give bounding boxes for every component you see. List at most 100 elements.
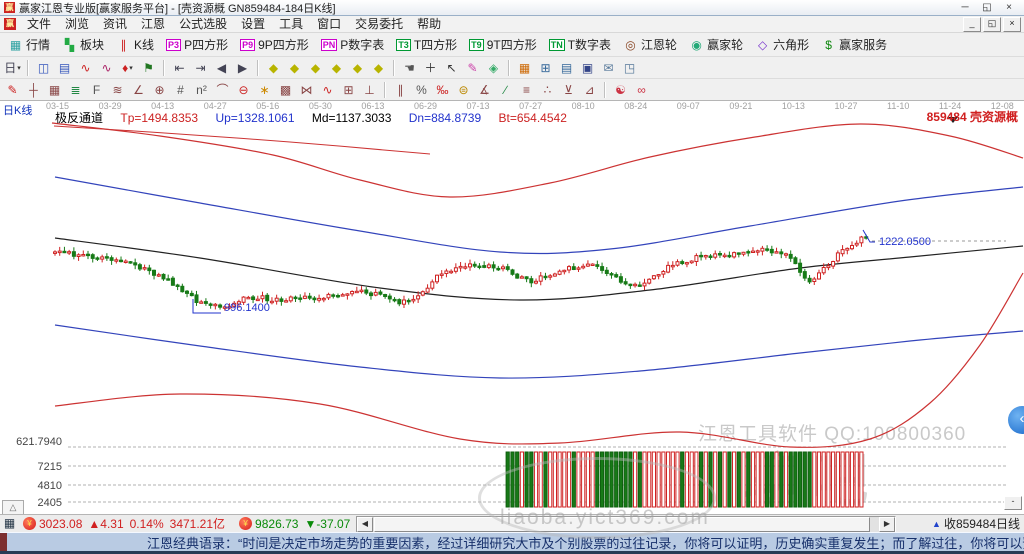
infinity-tool-icon[interactable]: ∞ <box>632 81 651 99</box>
hexagon-button[interactable]: ◇ 六角形 <box>750 34 814 55</box>
calendar-icon[interactable]: ▦ <box>515 59 534 77</box>
pointer-tool-icon[interactable]: ↖ <box>442 59 461 77</box>
period-day-button[interactable]: 日 ▾ <box>3 59 22 77</box>
cycle-tool-icon[interactable]: ⊖ <box>234 81 253 99</box>
gann-fan-tool-icon[interactable]: ∡ <box>475 81 494 99</box>
mail-icon[interactable]: ✉ <box>599 59 618 77</box>
gann-grid-tool-icon[interactable]: ▦ <box>45 81 64 99</box>
gann-line-tool-icon[interactable]: ┼ <box>24 81 43 99</box>
diamond-tool-6-icon[interactable]: ◆ <box>369 59 388 77</box>
winner-service-button[interactable]: $ 赢家服务 <box>816 34 892 55</box>
quote-grid-icon[interactable]: ▦ <box>2 517 17 530</box>
sectors-button[interactable]: ▚ 板块 <box>57 34 109 55</box>
square-n2-tool-icon[interactable]: n² <box>192 81 211 99</box>
t-number-table-button[interactable]: TN T数字表 <box>544 34 616 55</box>
collapse-pane-button[interactable]: - <box>1004 496 1022 510</box>
expand-pane-button[interactable]: △ <box>2 500 24 515</box>
prev-bar-icon[interactable]: ◀ <box>212 59 231 77</box>
scroll-left-icon[interactable]: ◀ <box>357 517 373 532</box>
speed-line-tool-icon[interactable]: ∕ <box>496 81 515 99</box>
mdi-close-button[interactable]: × <box>1003 16 1021 32</box>
trend-small-icon[interactable]: ∿ <box>76 59 95 77</box>
permille-tool-icon[interactable]: ‰ <box>433 81 452 99</box>
fibonacci-tool-icon[interactable]: ≣ <box>66 81 85 99</box>
t9-square-button-label: 9T四方形 <box>486 38 537 52</box>
sz-index-icon[interactable]: ¥ <box>239 517 253 530</box>
menu-item[interactable]: 交易委托 <box>348 17 410 32</box>
report-icon[interactable]: ▤ <box>557 59 576 77</box>
menu-item[interactable]: 公式选股 <box>172 17 234 32</box>
price-line-tool-icon[interactable]: ≡ <box>517 81 536 99</box>
menu-item[interactable]: 文件 <box>20 17 58 32</box>
crosshair-tool-icon[interactable]: ＋ <box>421 59 440 77</box>
calculator-icon[interactable]: ⊞ <box>536 59 555 77</box>
mdi-restore-button[interactable]: ◱ <box>983 16 1001 32</box>
menu-item[interactable]: 资讯 <box>96 17 134 32</box>
kline-button[interactable]: ∥ K线 <box>111 34 159 55</box>
mirror-tool-icon[interactable]: ⊻ <box>559 81 578 99</box>
last-bar-icon[interactable]: ⇥ <box>191 59 210 77</box>
wave2-tool-icon[interactable]: ∿ <box>318 81 337 99</box>
first-bar-icon[interactable]: ⇤ <box>170 59 189 77</box>
period-day-button-dropdown-icon[interactable]: ▾ <box>17 64 21 72</box>
grid2-tool-icon[interactable]: ⊞ <box>339 81 358 99</box>
t-square-button[interactable]: T3 T四方形 <box>391 34 462 55</box>
winner-wheel-button[interactable]: ◉ 赢家轮 <box>684 34 748 55</box>
circle-tool-icon[interactable]: ⊕ <box>150 81 169 99</box>
menu-item[interactable]: 工具 <box>272 17 310 32</box>
p-square-button[interactable]: P3 P四方形 <box>161 34 233 55</box>
diamond-tool-3-icon[interactable]: ◆ <box>306 59 325 77</box>
wave-tool-icon[interactable]: ≋ <box>108 81 127 99</box>
channel-tool-icon[interactable]: ∥ <box>391 81 410 99</box>
next-bar-icon[interactable]: ▶ <box>233 59 252 77</box>
diamond-tool-2-icon[interactable]: ◆ <box>285 59 304 77</box>
block-tool-icon[interactable]: ◈ <box>484 59 503 77</box>
t9-square-button[interactable]: T9 9T四方形 <box>464 34 542 55</box>
kline-style-icon-dropdown-icon[interactable]: ▾ <box>129 64 133 72</box>
p9-square-button[interactable]: P9 9P四方形 <box>235 34 314 55</box>
f-square-tool-icon[interactable]: F <box>87 81 106 99</box>
menu-item[interactable]: 帮助 <box>410 17 448 32</box>
diamond-tool-4-icon[interactable]: ◆ <box>327 59 346 77</box>
horizontal-scrollbar[interactable]: ◀ ▶ <box>356 516 896 533</box>
export-icon[interactable]: ◳ <box>620 59 639 77</box>
pen-tool-icon[interactable]: ✎ <box>3 81 22 99</box>
star-tool-icon[interactable]: ∗ <box>255 81 274 99</box>
golden-ratio-tool-icon[interactable]: ⊜ <box>454 81 473 99</box>
hand-tool-icon[interactable]: ☚ <box>400 59 419 77</box>
menu-item[interactable]: 浏览 <box>58 17 96 32</box>
restore-button[interactable]: ◱ <box>976 2 998 13</box>
time-line-tool-icon[interactable]: ∴ <box>538 81 557 99</box>
cross-tool-icon[interactable]: ⋈ <box>297 81 316 99</box>
kline-style-icon[interactable]: ♦ ▾ <box>118 59 137 77</box>
save-icon[interactable]: ▣ <box>578 59 597 77</box>
regression-tool-icon[interactable]: ⊿ <box>580 81 599 99</box>
diamond-tool-5-icon[interactable]: ◆ <box>348 59 367 77</box>
minimize-button[interactable]: ─ <box>954 2 976 13</box>
trend-small2-icon[interactable]: ∿ <box>97 59 116 77</box>
box-tool-icon[interactable]: ▩ <box>276 81 295 99</box>
menu-item[interactable]: 设置 <box>234 17 272 32</box>
perpendicular-tool-icon[interactable]: ⊥ <box>360 81 379 99</box>
scroll-right-icon[interactable]: ▶ <box>879 517 895 532</box>
chart-layout-icon[interactable]: ◫ <box>34 59 53 77</box>
info-panel-icon[interactable]: ▤ <box>55 59 74 77</box>
sh-index-icon[interactable]: ¥ <box>23 517 36 530</box>
p-number-table-button[interactable]: PN P数字表 <box>316 34 390 55</box>
quotes-button[interactable]: ▦ 行情 <box>3 34 55 55</box>
gann-wheel-button[interactable]: ◎ 江恩轮 <box>618 34 682 55</box>
scrollbar-thumb[interactable] <box>374 517 870 532</box>
kline-chart-canvas[interactable]: 996.1400 1222.0500 621.7940 7215 4810 2405 <box>0 101 1024 514</box>
angle-tool-icon[interactable]: ∠ <box>129 81 148 99</box>
arc-tool-icon[interactable]: ⌒ <box>213 81 232 99</box>
hatch-tool-icon[interactable]: # <box>171 81 190 99</box>
diamond-tool-1-icon[interactable]: ◆ <box>264 59 283 77</box>
mdi-minimize-button[interactable]: _ <box>963 16 981 32</box>
menu-item[interactable]: 江恩 <box>134 17 172 32</box>
close-button[interactable]: × <box>998 2 1020 13</box>
menu-item[interactable]: 窗口 <box>310 17 348 32</box>
flag-icon[interactable]: ⚑ <box>139 59 158 77</box>
percent-tool-icon[interactable]: % <box>412 81 431 99</box>
annotate-tool-icon[interactable]: ✎ <box>463 59 482 77</box>
yinyang-tool-icon[interactable]: ☯ <box>611 81 630 99</box>
